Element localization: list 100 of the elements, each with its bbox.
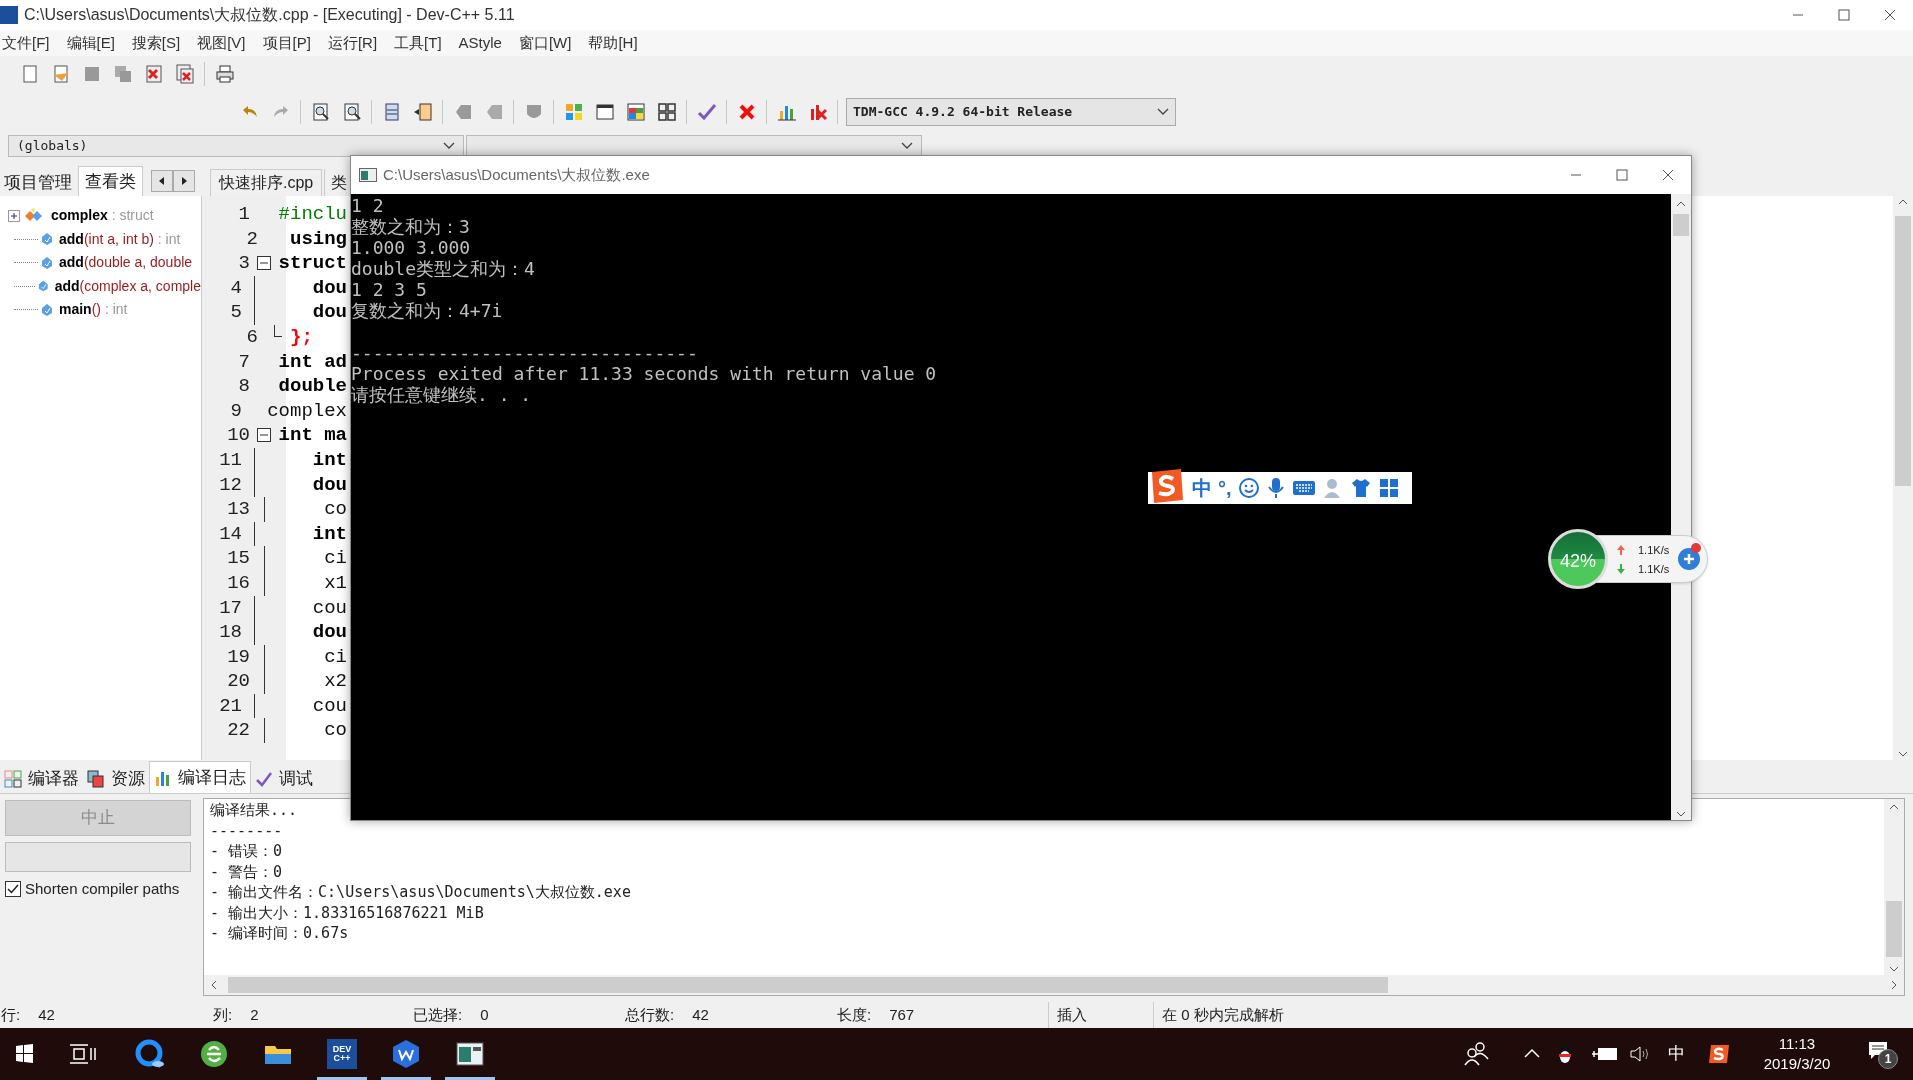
menu-item[interactable]: 运行[R]: [325, 31, 380, 55]
status-label: 列:: [213, 1004, 233, 1025]
code-line: int: [311, 447, 347, 473]
status-label: 长度:: [837, 1004, 872, 1025]
status-label: 总行数:: [625, 1004, 675, 1025]
status-mode: 插入: [1056, 1004, 1088, 1025]
line-number: 9: [229, 398, 243, 424]
code-line: dou: [311, 275, 347, 301]
dev-cpp-icon[interactable]: DEV C++: [327, 1039, 357, 1069]
line-number: 14: [218, 521, 243, 547]
upload-speed: 1.1K/s: [1638, 543, 1670, 558]
app-icon: [0, 6, 18, 24]
window-icon[interactable]: [593, 101, 616, 123]
punctuation-mode[interactable]: °,: [1218, 473, 1232, 503]
scroll-left-icon[interactable]: [151, 170, 173, 192]
line-number: 4: [229, 275, 243, 301]
scrollbar-thumb[interactable]: [1895, 216, 1911, 486]
menu-item[interactable]: 视图[V]: [195, 31, 248, 55]
status-value: 767: [889, 1004, 915, 1025]
tree-item[interactable]: add(double a, double: [59, 252, 193, 274]
menu-item[interactable]: 项目[P]: [260, 31, 313, 55]
line-number: 15: [226, 546, 251, 571]
checkbox[interactable]: [5, 881, 21, 898]
clock-time[interactable]: 11:13: [1778, 1034, 1816, 1054]
ime-indicator[interactable]: 中: [1668, 1041, 1685, 1067]
code-line: co: [323, 718, 347, 744]
line-number: 20: [226, 669, 251, 694]
log-line: 编译结果...: [210, 800, 298, 821]
colored-window-icon[interactable]: [624, 101, 647, 123]
scrollbar-thumb[interactable]: [1886, 901, 1902, 957]
fold-icon[interactable]: [257, 256, 272, 271]
keyboard-icon[interactable]: [1291, 478, 1316, 498]
pages-icon: [87, 769, 105, 788]
scrollbar-thumb[interactable]: [228, 977, 1388, 993]
smiley-icon[interactable]: [1237, 477, 1260, 499]
notification-badge: 1: [1878, 1049, 1898, 1069]
scroll-right-icon[interactable]: [173, 170, 195, 192]
upload-arrow-icon: [1616, 544, 1626, 556]
console-icon: [359, 168, 377, 182]
file-tab[interactable]: 快速排序.cpp: [210, 169, 323, 196]
file-tab[interactable]: 类: [324, 169, 348, 196]
line-number: 6: [245, 324, 259, 350]
status-message: 在 0 秒内完成解析: [1161, 1004, 1284, 1025]
shirt-icon[interactable]: [1349, 477, 1372, 499]
close-all-icon[interactable]: [173, 63, 196, 85]
bottom-tab[interactable]: 编译日志: [149, 761, 251, 793]
line-number: 12: [218, 472, 243, 498]
chevron-down-icon: [1157, 108, 1169, 116]
apps-grid-icon[interactable]: [1377, 477, 1400, 499]
code-line: int ma: [277, 423, 347, 448]
menu-item[interactable]: AStyle: [456, 31, 504, 55]
scrollbar-thumb[interactable]: [1673, 214, 1689, 236]
scope-select[interactable]: (globals): [8, 135, 464, 157]
office-icon[interactable]: [390, 1038, 422, 1070]
console-line: 1.000 3.000: [351, 237, 472, 258]
code-line: ci: [323, 644, 347, 670]
status-label: 行:: [1, 1004, 21, 1025]
struct-icon: [23, 207, 45, 224]
input-method-icon[interactable]: [1707, 1043, 1731, 1065]
log-line: - 输出文件名：C:\Users\asus\Documents\大叔位数.exe: [210, 882, 631, 903]
grid-outline-icon[interactable]: [655, 101, 678, 123]
console-title: C:\Users\asus\Documents\大叔位数.exe: [383, 164, 650, 185]
panel-tab[interactable]: 查看类: [78, 166, 143, 196]
method-icon: [41, 255, 53, 270]
globe-icon[interactable]: [198, 1038, 230, 1070]
menu-item[interactable]: 文件[F]: [0, 31, 52, 55]
ime-mode[interactable]: 中: [1192, 473, 1212, 503]
fold-icon[interactable]: [257, 428, 272, 443]
menu-item[interactable]: 搜索[S]: [129, 31, 183, 55]
checkmark-icon[interactable]: [695, 101, 718, 123]
browser-icon[interactable]: [134, 1038, 166, 1070]
printer-icon[interactable]: [213, 63, 236, 85]
status-value: 42: [692, 1004, 709, 1025]
console-line: 请按任意键继续. . .: [351, 384, 533, 405]
log-line: - 编译时间：0.67s: [210, 923, 349, 944]
tree-item[interactable]: add(int a, int b) : int: [59, 228, 181, 250]
code-line: struct: [277, 251, 347, 276]
code-line: x1: [323, 570, 347, 596]
log-line: - 输出大小：1.83316516876221 MiB: [210, 902, 484, 923]
code-line: #inclu: [277, 202, 347, 227]
tree-item[interactable]: add(complex a, comple: [54, 275, 201, 297]
log-line: - 警告：0: [210, 861, 283, 882]
compiler-select[interactable]: TDM-GCC 4.9.2 64-bit Release: [846, 98, 1176, 126]
tree-item[interactable]: complex : struct: [51, 205, 154, 227]
checkbox-label[interactable]: Shorten compiler paths: [25, 878, 180, 901]
microphone-icon[interactable]: [1265, 476, 1286, 500]
line-number: 16: [226, 570, 251, 596]
menu-item[interactable]: 工具[T]: [392, 31, 444, 55]
menu-item[interactable]: 编辑[E]: [64, 31, 117, 55]
code-line: x2: [323, 669, 347, 694]
clock-date[interactable]: 2019/3/20: [1763, 1054, 1831, 1074]
line-number: 17: [218, 595, 243, 621]
menu-item[interactable]: 帮助[H]: [586, 31, 640, 55]
chevron-down-icon: [901, 142, 913, 150]
menu-item[interactable]: 窗口[W]: [516, 31, 574, 55]
expand-icon[interactable]: [8, 209, 20, 222]
tree-item[interactable]: main() : int: [59, 299, 128, 321]
member-select[interactable]: [466, 135, 922, 157]
line-number: 13: [226, 497, 251, 522]
console-line: 1 2 3 5: [351, 279, 428, 300]
